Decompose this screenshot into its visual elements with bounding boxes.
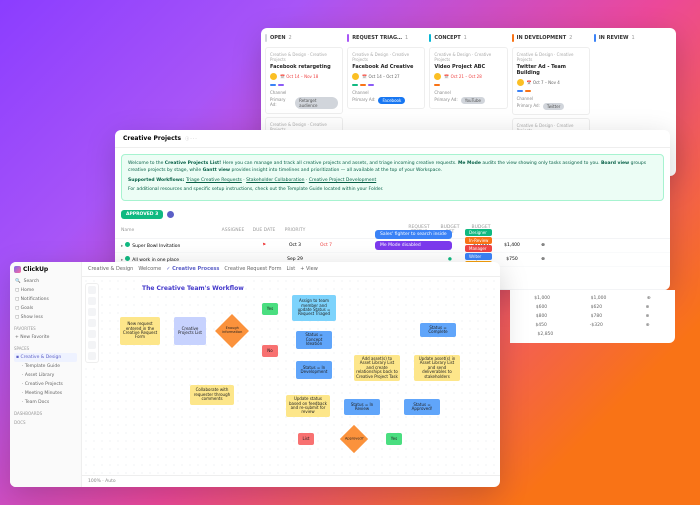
canvas-toolbar <box>85 283 99 363</box>
logo[interactable]: ClickUp <box>14 266 77 273</box>
zoom-control[interactable]: 100% · Auto <box>88 479 116 484</box>
shape-update-asset[interactable]: Update asset(s) in Asset Library List an… <box>414 355 460 381</box>
canvas-footer: 100% · Auto <box>82 475 500 487</box>
new-favorite[interactable]: + New Favorite <box>14 333 77 342</box>
shape-projects-list[interactable]: Creative Projects List <box>174 317 206 345</box>
sidebar: ClickUp 🔍 Search ▢ Home▢ Notifications▢ … <box>10 262 82 487</box>
shape-list[interactable]: List <box>298 433 314 445</box>
tool-text[interactable] <box>88 308 96 316</box>
board-card[interactable]: Creative & Design · Creative ProjectsFac… <box>265 47 343 114</box>
sidebar-space-item[interactable]: · Template Guide <box>14 362 77 371</box>
sidebar-item[interactable]: ▢ Home <box>14 286 77 295</box>
shape-update-feedback[interactable]: Update status based on feedback and re-s… <box>286 395 330 417</box>
shape-concept[interactable]: Status = Concept Ideation <box>296 331 332 349</box>
shape-approved-q[interactable]: Approved? <box>340 425 368 453</box>
shape-in-review[interactable]: Status = In Review <box>344 399 380 415</box>
sidebar-item[interactable]: ▢ Show less <box>14 313 77 322</box>
search-input[interactable]: 🔍 Search <box>14 277 77 286</box>
shape-collaborate[interactable]: Collaborate with requester through comme… <box>190 385 234 405</box>
list-spill-grid: $1,000$1,000⊕$600$620⊕$800$780⊕$450-$320… <box>510 290 675 343</box>
shape-no-1[interactable]: No <box>262 345 278 357</box>
tab[interactable]: Creative & Design <box>88 266 133 272</box>
view-tabs: Creative & Design Welcome ✓ Creative Proce… <box>82 262 500 277</box>
tab[interactable]: Creative Request Form <box>224 266 281 272</box>
sidebar-space-item[interactable]: ▪ Creative & Design <box>14 353 77 362</box>
shape-yes-2[interactable]: Yes <box>386 433 402 445</box>
welcome-banner: Welcome to the Creative Projects List! H… <box>121 154 664 201</box>
assignee-avatar[interactable] <box>167 211 174 218</box>
tool-pen[interactable] <box>88 341 96 349</box>
tab[interactable]: List <box>286 266 295 272</box>
whiteboard-panel: ClickUp 🔍 Search ▢ Home▢ Notifications▢ … <box>10 262 500 487</box>
list-menu[interactable]: ⓘ · · · <box>185 136 197 142</box>
workflow-title: The Creative Team's Workflow <box>142 285 244 292</box>
sidebar-space-item[interactable]: · Asset Library <box>14 371 77 380</box>
shape-request-form[interactable]: New request entered in the Creative Requ… <box>120 317 160 345</box>
tab[interactable]: + View <box>300 266 318 272</box>
board-card[interactable]: Creative & Design · Creative ProjectsTwi… <box>512 47 590 115</box>
list-header: Creative Projects ⓘ · · · <box>115 130 670 148</box>
shape-assign[interactable]: Assign to team member and update Status … <box>292 295 336 321</box>
shape-yes-1[interactable]: Yes <box>262 303 278 315</box>
column-header[interactable]: REQUEST TRIAG…1 <box>347 32 425 44</box>
shape-enough-info[interactable]: Enough information <box>215 314 249 348</box>
sidebar-item[interactable]: ▢ Goals <box>14 304 77 313</box>
board-card[interactable]: Creative & Design · Creative ProjectsVid… <box>429 47 507 109</box>
sidebar-space-item[interactable]: · Creative Projects <box>14 380 77 389</box>
column-header[interactable]: CONCEPT1 <box>429 32 507 44</box>
list-title: Creative Projects <box>123 135 181 142</box>
whiteboard-canvas[interactable]: The Creative Team's Workflow New request… <box>82 277 500 475</box>
tool-shape[interactable] <box>88 297 96 305</box>
tool-image[interactable] <box>88 352 96 360</box>
shape-approved[interactable]: Status = Approved! <box>404 399 440 415</box>
tab[interactable]: Welcome <box>138 266 161 272</box>
status-filter-approved[interactable]: APPROVED 3 <box>121 210 163 219</box>
column-header[interactable]: IN REVIEW1 <box>594 32 672 44</box>
tool-sticky[interactable] <box>88 319 96 327</box>
sidebar-space-item[interactable]: · Meeting Minutes <box>14 389 77 398</box>
shape-development[interactable]: Status = In Development <box>296 361 332 379</box>
column-header[interactable]: IN DEVELOPMENT2 <box>512 32 590 44</box>
search-overlay: Sales' fighter to search inside Me Mode … <box>375 230 452 250</box>
sidebar-space-item[interactable]: · Team Docs <box>14 398 77 407</box>
board-card[interactable]: Creative & Design · Creative ProjectsFac… <box>347 47 425 109</box>
tool-pointer[interactable] <box>88 286 96 294</box>
tab[interactable]: ✓ Creative Process <box>166 266 219 272</box>
shape-add-asset[interactable]: Add asset(s) to Asset Library List and c… <box>354 355 400 381</box>
sidebar-item[interactable]: ▢ Notifications <box>14 295 77 304</box>
shape-complete[interactable]: Status = Complete <box>420 323 456 337</box>
tool-connector[interactable] <box>88 330 96 338</box>
column-header[interactable]: OPEN2 <box>265 32 343 44</box>
